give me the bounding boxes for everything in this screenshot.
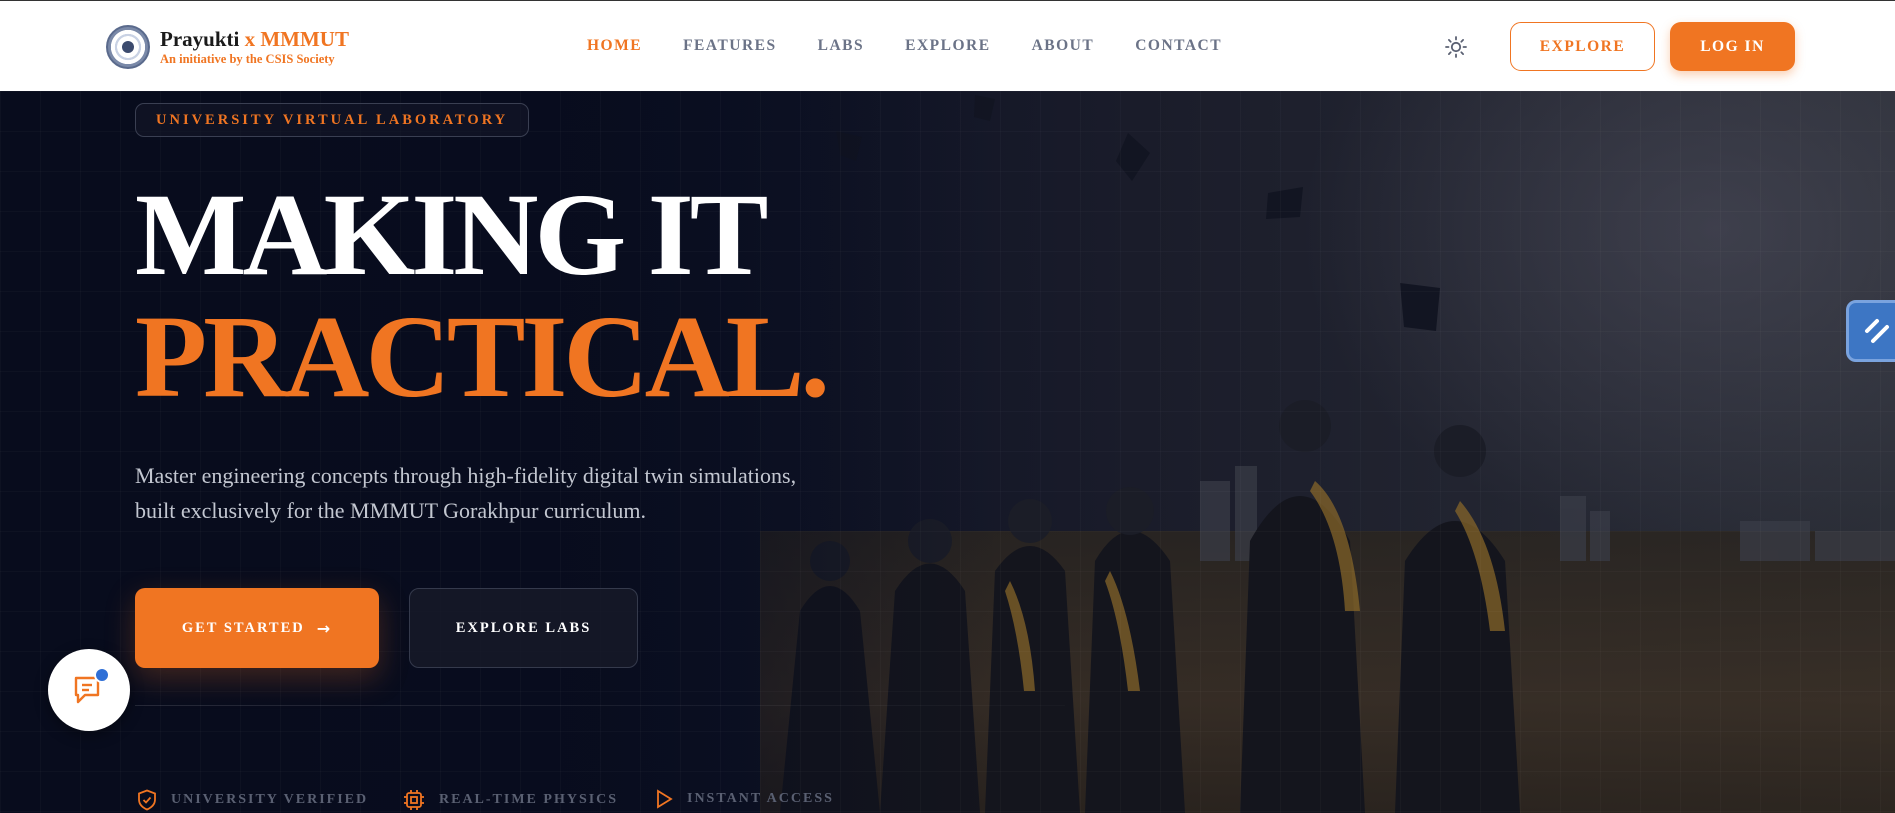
get-started-button[interactable]: GET STARTED → xyxy=(135,588,379,668)
top-navbar: Prayukti x MMMUT An initiative by the CS… xyxy=(0,0,1895,91)
nav-link-about[interactable]: ABOUT xyxy=(1032,37,1095,55)
side-tab-widget[interactable] xyxy=(1846,300,1895,362)
chat-widget-button[interactable] xyxy=(48,649,130,731)
sun-icon[interactable] xyxy=(1444,35,1468,59)
cpu-chip-icon xyxy=(404,790,424,810)
hero-headline-line2: PRACTICAL. xyxy=(135,291,830,422)
feature-real-time-physics: REAL-TIME PHYSICS xyxy=(403,789,618,811)
feature-label: REAL-TIME PHYSICS xyxy=(439,792,619,807)
shield-check-icon xyxy=(138,789,156,811)
get-started-label: GET STARTED xyxy=(181,619,305,636)
chat-notification-dot xyxy=(94,667,110,683)
feature-university-verified: UNIVERSITY VERIFIED xyxy=(137,789,368,811)
explore-button[interactable]: EXPLORE xyxy=(1510,22,1655,71)
hero-description: Master engineering concepts through high… xyxy=(135,463,797,523)
main-menu: HOME FEATURES LABS EXPLORE ABOUT CONTACT xyxy=(587,37,1263,55)
brand[interactable]: Prayukti x MMMUT An initiative by the CS… xyxy=(106,25,349,69)
nav-link-features[interactable]: FEATURES xyxy=(683,37,777,55)
explore-labs-button[interactable]: EXPLORE LABS xyxy=(409,588,638,668)
brand-title-accent: x MMMUT xyxy=(244,27,349,51)
brand-title-main: Prayukti xyxy=(160,27,240,51)
nav-link-explore[interactable]: EXPLORE xyxy=(905,37,990,55)
hero-headline-line1: MAKING IT xyxy=(135,169,768,300)
brand-subtitle: An initiative by the CSIS Society xyxy=(160,52,335,66)
play-icon xyxy=(657,789,673,809)
university-seal-icon xyxy=(106,25,150,69)
login-button[interactable]: LOG IN xyxy=(1670,22,1795,71)
hero-divider xyxy=(135,705,1065,706)
feature-instant-access: INSTANT ACCESS xyxy=(655,789,834,809)
feature-label: UNIVERSITY VERIFIED xyxy=(171,792,369,807)
stripe-link-icon xyxy=(1865,319,1889,343)
brand-text: Prayukti x MMMUT An initiative by the CS… xyxy=(160,27,349,67)
nav-link-labs[interactable]: LABS xyxy=(818,37,865,55)
nav-link-contact[interactable]: CONTACT xyxy=(1135,37,1222,55)
nav-link-home[interactable]: HOME xyxy=(587,37,642,55)
hero-badge: UNIVERSITY VIRTUAL LABORATORY xyxy=(135,103,530,137)
arrow-right-icon: → xyxy=(316,618,333,638)
feature-label: INSTANT ACCESS xyxy=(687,791,834,806)
brand-title: Prayukti x MMMUT xyxy=(160,27,349,51)
hero-section: UNIVERSITY VIRTUAL LABORATORY MAKING IT … xyxy=(0,91,1895,813)
